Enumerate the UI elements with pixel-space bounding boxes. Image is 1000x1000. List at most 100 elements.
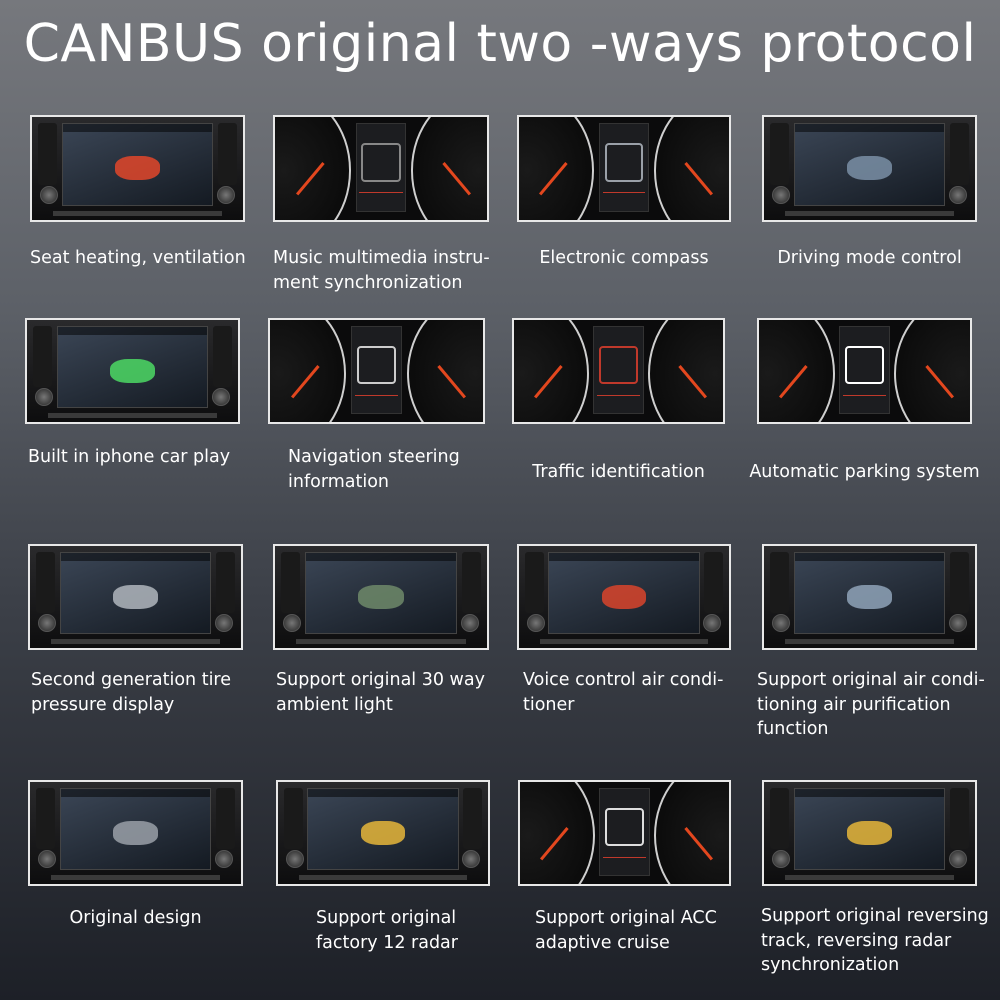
screen-content (360, 820, 406, 845)
control-strip (540, 638, 708, 644)
control-strip (785, 874, 954, 880)
tune-knob-icon (948, 849, 967, 868)
reversing-track-screen (762, 780, 977, 886)
cluster-parking-display (757, 318, 972, 424)
control-strip (51, 638, 220, 644)
center-info-display (350, 326, 403, 414)
instrument-cluster-photo (519, 117, 729, 220)
status-bar (60, 789, 211, 798)
display-graphic (599, 345, 638, 385)
air-purification-screen (762, 544, 977, 650)
tune-knob-icon (948, 185, 967, 204)
page-title: CANBUS original two -ways protocol (23, 14, 977, 74)
tachometer-gauge (520, 782, 596, 884)
status-bar (308, 789, 458, 798)
screen-content (847, 584, 892, 609)
control-strip (53, 210, 222, 216)
cluster-navigation-display (268, 318, 485, 424)
feature-caption: Music multimedia instru- ment synchroniz… (273, 248, 490, 293)
tachometer-gauge (759, 320, 835, 422)
button-panel (36, 788, 56, 850)
seat-heating-screen (30, 115, 245, 222)
screen-content (847, 820, 892, 845)
center-info-display (599, 788, 650, 876)
center-info-display (598, 123, 650, 212)
screen-content (110, 358, 155, 383)
display-screen (793, 788, 946, 870)
button-panel (949, 788, 969, 850)
display-screen (307, 788, 459, 870)
center-info-display (593, 326, 644, 414)
tune-knob-icon (702, 613, 721, 632)
tune-knob-icon (948, 613, 967, 632)
air-conditioner-screen (517, 544, 731, 650)
display-screen (59, 788, 212, 870)
screen-content (601, 584, 647, 609)
button-panel (703, 552, 723, 614)
display-screen (793, 123, 946, 206)
head-unit-photo (764, 117, 975, 220)
head-unit-photo (278, 782, 488, 884)
button-panel (38, 123, 58, 185)
volume-knob-icon (35, 387, 54, 406)
center-info-display (355, 123, 407, 212)
button-panel (525, 552, 545, 614)
feature-caption: Driving mode control (777, 248, 962, 268)
head-unit-photo (764, 782, 975, 884)
feature-caption: Seat heating, ventilation (30, 248, 246, 268)
button-panel (949, 552, 969, 614)
display-screen (548, 552, 700, 634)
tune-knob-icon (216, 185, 235, 204)
button-panel (281, 552, 301, 614)
button-panel (949, 123, 969, 185)
button-panel (770, 788, 790, 850)
display-readout (603, 856, 646, 870)
tachometer-gauge (275, 117, 352, 220)
control-strip (785, 638, 954, 644)
instrument-cluster-photo (275, 117, 487, 220)
screen-content (847, 156, 892, 181)
feature-caption: Support original air condi- tioning air … (757, 670, 985, 739)
status-bar (794, 124, 945, 133)
control-strip (51, 874, 220, 880)
cluster-compass-display (517, 115, 731, 222)
button-panel (770, 123, 790, 185)
button-panel (212, 326, 232, 388)
display-readout (359, 192, 403, 205)
head-unit-photo (519, 546, 729, 648)
volume-knob-icon (772, 185, 791, 204)
display-graphic (361, 143, 401, 182)
head-unit-photo (275, 546, 487, 648)
feature-caption: Support original reversing track, revers… (761, 906, 989, 975)
status-bar (57, 327, 208, 336)
display-readout (602, 192, 646, 205)
cluster-acc-display (518, 780, 731, 886)
feature-caption: Support original factory 12 radar (316, 908, 458, 953)
display-graphic (605, 807, 644, 847)
display-readout (843, 394, 886, 408)
feature-caption: Support original ACC adaptive cruise (535, 908, 717, 953)
status-bar (794, 553, 945, 562)
button-panel (217, 123, 237, 185)
cluster-traffic-display (512, 318, 725, 424)
display-screen (59, 552, 212, 634)
tune-knob-icon (214, 613, 233, 632)
tune-knob-icon (214, 849, 233, 868)
display-screen (304, 552, 458, 634)
instrument-cluster-photo (520, 782, 729, 884)
button-panel (461, 552, 481, 614)
tune-knob-icon (460, 613, 479, 632)
original-menu-screen (28, 780, 243, 886)
head-unit-photo (27, 320, 238, 422)
feature-caption: Support original 30 way ambient light (276, 670, 485, 715)
driving-mode-screen (762, 115, 977, 222)
feature-caption: Electronic compass (539, 248, 709, 268)
volume-knob-icon (283, 613, 302, 632)
tune-knob-icon (211, 387, 230, 406)
instrument-cluster-photo (759, 320, 970, 422)
status-bar (62, 124, 213, 133)
control-strip (296, 638, 466, 644)
tachometer-gauge (514, 320, 590, 422)
volume-knob-icon (772, 849, 791, 868)
tachometer-gauge (270, 320, 347, 422)
